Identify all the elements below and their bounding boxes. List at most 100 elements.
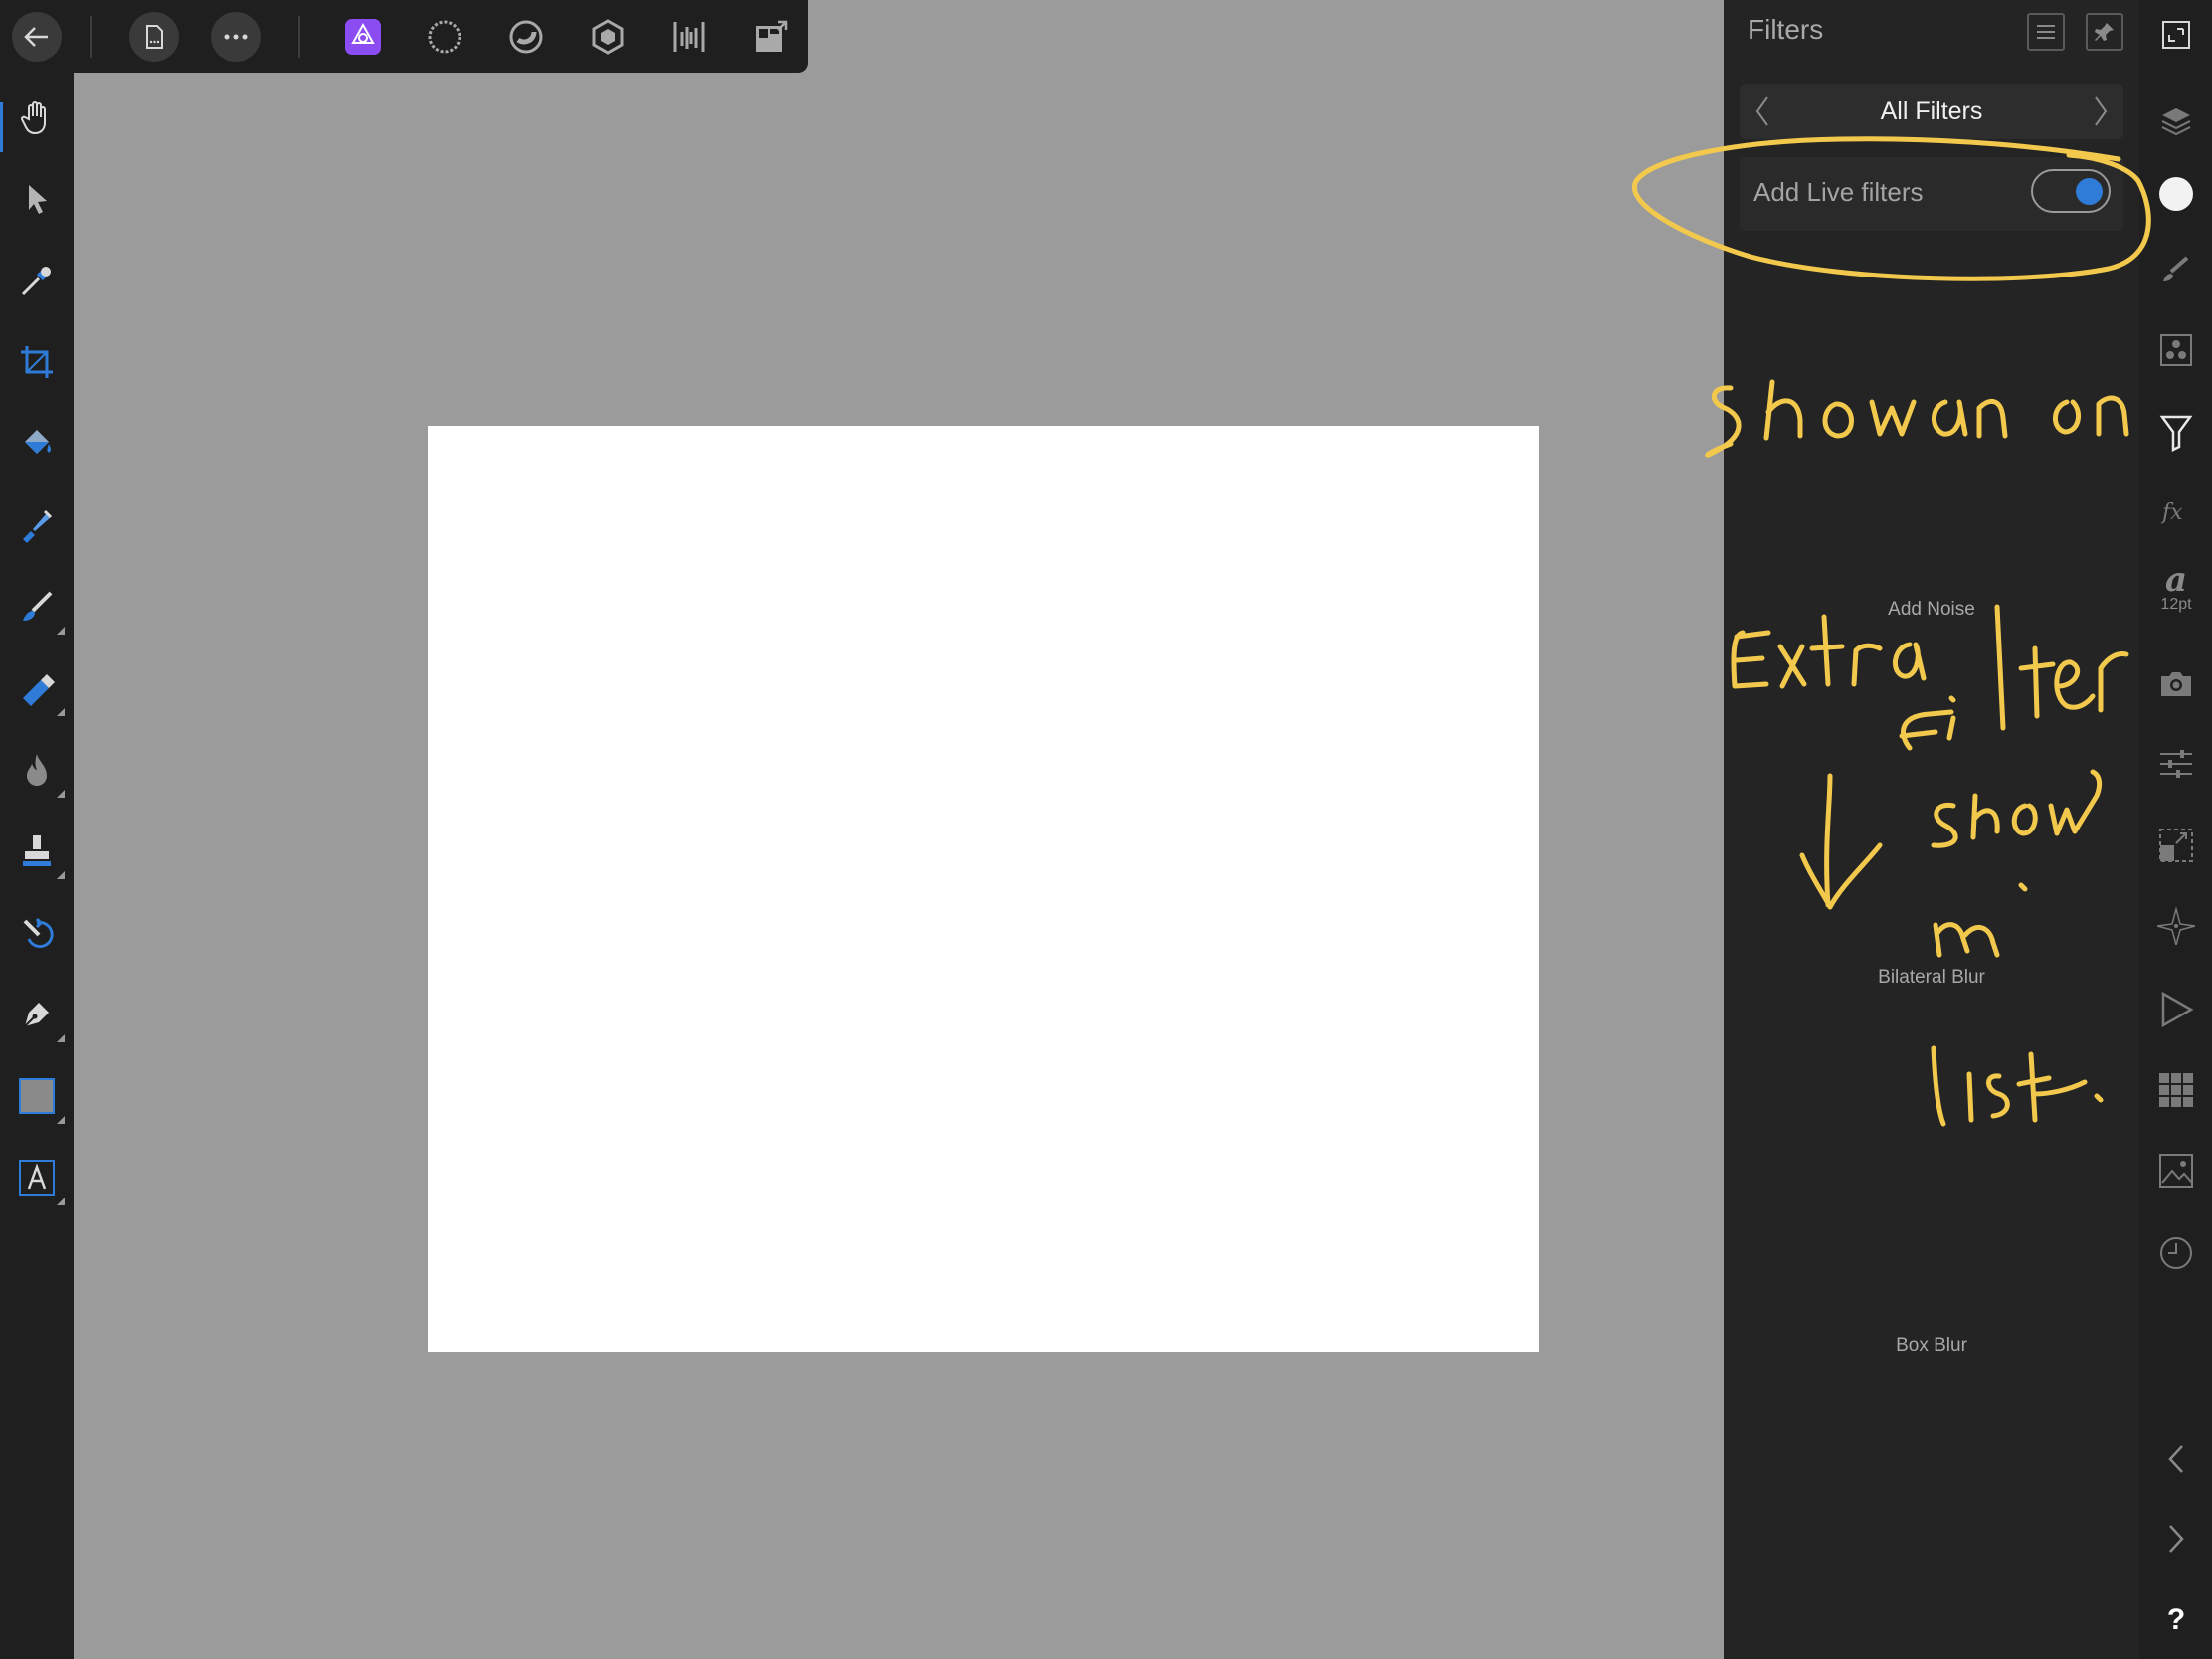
pin-icon <box>2095 23 2114 41</box>
selection-brush-tool[interactable] <box>7 495 67 555</box>
brushes-studio-button[interactable] <box>2149 242 2203 295</box>
camera-icon <box>2161 672 2191 696</box>
flood-fill-tool[interactable] <box>7 414 67 473</box>
tone-mapping-persona-button[interactable] <box>583 12 633 62</box>
category-selector: All Filters <box>1740 84 2123 139</box>
more-icon <box>224 34 248 40</box>
list-view-button[interactable] <box>2027 13 2065 51</box>
channels-studio-button[interactable] <box>2149 323 2203 377</box>
pointer-icon <box>29 185 47 214</box>
submenu-indicator <box>57 1034 65 1042</box>
color-swatch-icon <box>2159 177 2193 211</box>
photo-persona-icon <box>345 19 381 55</box>
layers-studio-button[interactable] <box>2149 94 2203 148</box>
collapse-right-button[interactable] <box>2149 1512 2203 1566</box>
adjustments-studio-button[interactable] <box>2149 737 2203 791</box>
view-tool[interactable] <box>7 88 67 147</box>
paint-brush-tool[interactable] <box>7 577 67 637</box>
chevron-left-icon <box>2168 1445 2183 1473</box>
view-mode-icon <box>756 20 788 52</box>
more-button[interactable] <box>211 12 261 62</box>
rectangle-tool[interactable] <box>7 1066 67 1126</box>
collapse-left-button[interactable] <box>2149 1432 2203 1486</box>
text-frame-icon <box>19 1160 55 1196</box>
chevron-right-icon <box>2095 96 2108 126</box>
pen-tool[interactable] <box>7 985 67 1044</box>
erase-brush-tool[interactable] <box>7 658 67 718</box>
studio-strip: fx a 12pt ? <box>2139 0 2212 1659</box>
color-picker-tool[interactable] <box>7 251 67 310</box>
character-studio-button[interactable]: a 12pt <box>2149 562 2203 616</box>
stamp-icon <box>23 835 51 866</box>
submenu-indicator <box>57 708 65 716</box>
filter-item-add-noise[interactable]: Add Noise <box>1724 599 2139 621</box>
filter-item-box-blur[interactable]: Box Blur <box>1724 1335 2139 1357</box>
image-icon <box>2159 1154 2193 1188</box>
filter-item-bilateral-blur[interactable]: Bilateral Blur <box>1724 967 2139 989</box>
snapshots-studio-button[interactable] <box>2149 656 2203 710</box>
filters-studio-button[interactable] <box>2149 406 2203 460</box>
back-arrow-icon <box>24 27 48 47</box>
back-button[interactable] <box>12 12 62 62</box>
undo-brush-tool[interactable] <box>7 903 67 963</box>
tools-panel <box>0 73 74 1659</box>
submenu-indicator <box>57 871 65 879</box>
liquify-persona-icon <box>428 20 461 54</box>
play-icon <box>2161 991 2194 1028</box>
develop-persona-button[interactable] <box>501 12 551 62</box>
transform-icon <box>2159 829 2193 862</box>
toolbar-divider <box>298 16 300 58</box>
fullscreen-button[interactable] <box>2149 8 2203 62</box>
levels-persona-icon <box>673 22 705 52</box>
submenu-indicator <box>57 1198 65 1205</box>
swatches-studio-button[interactable] <box>2149 1063 2203 1117</box>
paint-bucket-icon <box>25 430 52 454</box>
submenu-indicator <box>57 790 65 798</box>
transform-studio-button[interactable] <box>2149 819 2203 872</box>
paintbrush-icon <box>23 591 53 621</box>
develop-persona-icon <box>509 20 543 54</box>
move-tool[interactable] <box>7 169 67 229</box>
history-studio-button[interactable] <box>2149 1226 2203 1280</box>
clone-brush-tool[interactable] <box>7 822 67 881</box>
active-tool-indicator <box>0 102 3 152</box>
export-persona-button[interactable] <box>664 12 714 62</box>
hand-icon <box>21 101 46 135</box>
submenu-indicator <box>57 627 65 635</box>
grid-icon <box>2159 1073 2193 1107</box>
chevron-right-icon <box>2169 1525 2184 1553</box>
photo-persona-button[interactable] <box>338 12 388 62</box>
panel-title: Filters <box>1748 14 1824 45</box>
view-mode-button[interactable] <box>746 12 796 62</box>
brush-icon <box>2163 256 2189 281</box>
filters-panel: Filters All Filters Add Live filters Add… <box>1724 0 2139 1659</box>
toolbar-divider <box>90 16 92 58</box>
macros-studio-button[interactable] <box>2149 983 2203 1036</box>
crop-tool[interactable] <box>7 332 67 392</box>
top-toolbar <box>0 0 808 73</box>
text-tool[interactable] <box>7 1148 67 1207</box>
liquify-persona-button[interactable] <box>420 12 469 62</box>
document-button[interactable] <box>129 12 179 62</box>
pen-nib-icon <box>24 1003 49 1027</box>
document-canvas[interactable] <box>428 426 1539 1352</box>
stock-studio-button[interactable] <box>2149 1144 2203 1198</box>
pin-button[interactable] <box>2086 13 2123 51</box>
clock-icon <box>2160 1237 2192 1269</box>
color-studio-button[interactable] <box>2149 167 2203 221</box>
fullscreen-icon <box>2162 21 2190 49</box>
undo-brush-icon <box>23 917 54 949</box>
fx-icon: fx <box>2160 500 2183 525</box>
effects-studio-button[interactable]: fx <box>2149 485 2203 539</box>
character-size: 12pt <box>2160 596 2192 613</box>
selection-brush-icon <box>23 509 53 543</box>
channels-icon <box>2160 334 2192 366</box>
svg-text:fx: fx <box>2160 500 2183 525</box>
dodge-burn-tool[interactable] <box>7 740 67 800</box>
next-category-button[interactable] <box>2086 93 2116 129</box>
live-filters-row: Add Live filters <box>1740 157 2123 231</box>
live-filters-toggle[interactable] <box>2031 169 2111 213</box>
layers-icon <box>2161 108 2191 136</box>
help-button[interactable]: ? <box>2149 1593 2203 1647</box>
navigator-studio-button[interactable] <box>2149 899 2203 953</box>
